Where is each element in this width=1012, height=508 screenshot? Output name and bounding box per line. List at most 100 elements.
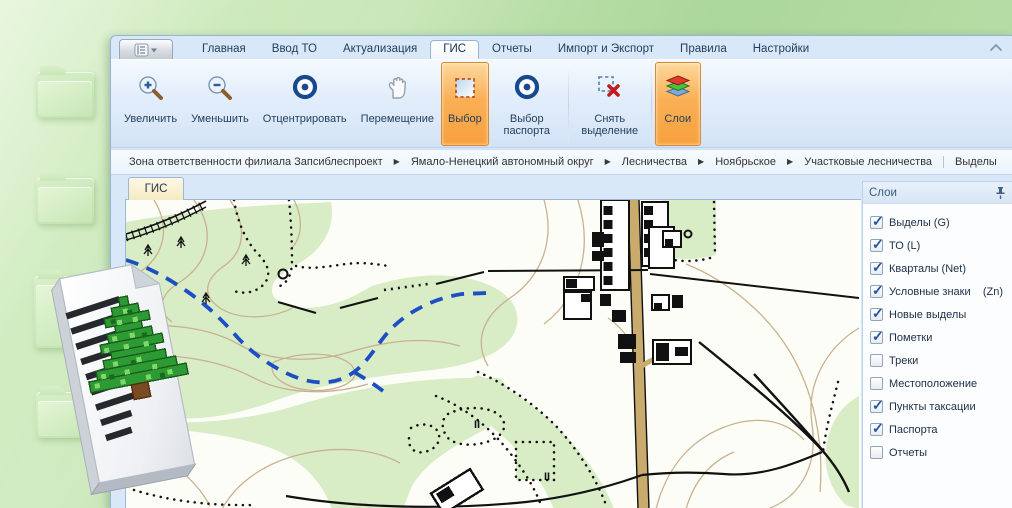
layer-item[interactable]: Отчеты: [870, 441, 1007, 464]
layer-item[interactable]: Условные знаки (Zn): [870, 280, 1007, 303]
layer-label: Отчеты: [889, 447, 927, 459]
map-forest-areas: [126, 200, 859, 508]
button-label: Выбор паспорта: [496, 113, 558, 137]
desktop-document-tree-icon[interactable]: [50, 254, 208, 508]
layer-checkbox[interactable]: [870, 262, 883, 275]
ribbon-toolbar: Увеличить Уменьшить Отцентрировать: [111, 59, 1012, 148]
breadcrumb-arrow-icon: ▶: [605, 157, 611, 166]
ribbon-tab-glavnaya[interactable]: Главная: [189, 40, 259, 59]
clear-selection-icon: [594, 68, 626, 108]
desktop-folder-icon[interactable]: [36, 178, 94, 224]
clear-selection-button[interactable]: Снять выделение: [572, 62, 648, 146]
breadcrumb-arrow-icon: ▶: [394, 157, 400, 166]
ribbon-tab-bar: Главная Ввод ТО Актуализация ГИС Отчеты …: [111, 36, 1012, 59]
button-label: Увеличить: [124, 113, 177, 125]
layer-item[interactable]: Кварталы (Net): [870, 257, 1007, 280]
zoom-in-icon: [136, 68, 166, 108]
breadcrumb-arrow-icon: ▶: [787, 157, 793, 166]
layer-item[interactable]: ТО (L): [870, 234, 1007, 257]
svg-text:II: II: [474, 419, 480, 431]
layer-label: Выделы (G): [889, 217, 950, 229]
layer-checkbox[interactable]: [870, 354, 883, 367]
pan-button[interactable]: Перемещение: [354, 62, 441, 146]
layer-label: Пункты таксации: [889, 401, 976, 413]
layers-icon: [662, 68, 694, 108]
layers-panel-header: Слои: [863, 182, 1012, 204]
select-passport-button[interactable]: Выбор паспорта: [489, 62, 565, 146]
breadcrumb-item[interactable]: Лесничества: [622, 156, 687, 168]
breadcrumb-item[interactable]: Ноябрьское: [715, 156, 776, 168]
layer-item[interactable]: Треки: [870, 349, 1007, 372]
breadcrumb: Зона ответственности филиала Запсиблеспр…: [111, 149, 1012, 175]
button-label: Выбор: [448, 113, 482, 125]
layer-label: Новые выделы: [889, 309, 966, 321]
button-label: Уменьшить: [191, 113, 249, 125]
application-menu-button[interactable]: [119, 39, 173, 59]
button-label: Снять выделение: [579, 113, 641, 137]
ribbon-tab-vvod-to[interactable]: Ввод ТО: [259, 40, 330, 59]
layer-label: ТО (L): [889, 240, 920, 252]
map-viewport: II II: [125, 199, 861, 508]
select-passport-target-icon: [512, 68, 542, 108]
zoom-out-button[interactable]: Уменьшить: [184, 62, 256, 146]
select-marquee-icon: [450, 68, 480, 108]
layer-checkbox[interactable]: [870, 285, 883, 298]
svg-text:II: II: [544, 471, 550, 483]
pan-hand-icon: [382, 68, 412, 108]
layers-button[interactable]: Слои: [655, 62, 701, 146]
minimize-ribbon-chevron-icon[interactable]: [989, 42, 1003, 53]
layer-label: Паспорта: [889, 424, 938, 436]
select-button[interactable]: Выбор: [441, 62, 489, 146]
breadcrumb-separator: [943, 156, 944, 168]
layer-checkbox[interactable]: [870, 216, 883, 229]
desktop: { "ribbon": { "tabs": [ {"label": "Главн…: [0, 0, 1012, 508]
zoom-out-icon: [205, 68, 235, 108]
layer-checkbox[interactable]: [870, 331, 883, 344]
document-tab-gis[interactable]: ГИС: [128, 177, 184, 200]
layer-label: Треки: [889, 355, 918, 367]
layer-item[interactable]: Пункты таксации: [870, 395, 1007, 418]
layer-checkbox[interactable]: [870, 377, 883, 390]
button-label: Слои: [664, 113, 691, 125]
layer-item[interactable]: Местоположение: [870, 372, 1007, 395]
layer-suffix-label: (Zn): [983, 286, 1007, 298]
center-target-icon: [290, 68, 320, 108]
ribbon-tab-otchety[interactable]: Отчеты: [479, 40, 545, 59]
layer-checkbox[interactable]: [870, 400, 883, 413]
layers-panel-title: Слои: [869, 187, 995, 199]
layer-checkbox[interactable]: [870, 446, 883, 459]
breadcrumb-current[interactable]: Выделы: [955, 156, 997, 168]
breadcrumb-item[interactable]: Зона ответственности филиала Запсиблеспр…: [129, 156, 383, 168]
ribbon-tab-gis[interactable]: ГИС: [430, 40, 479, 59]
layer-item[interactable]: Паспорта: [870, 418, 1007, 441]
desktop-folder-icon[interactable]: [36, 72, 94, 118]
layer-item[interactable]: Выделы (G): [870, 211, 1007, 234]
ribbon-tab-pravila[interactable]: Правила: [667, 40, 740, 59]
zoom-in-button[interactable]: Увеличить: [117, 62, 184, 146]
ribbon-tab-import-export[interactable]: Импорт и Экспорт: [545, 40, 667, 59]
layer-label: Условные знаки: [889, 286, 971, 298]
layer-label: Местоположение: [889, 378, 977, 390]
breadcrumb-item[interactable]: Ямало-Ненецкий автономный округ: [411, 156, 594, 168]
pin-icon[interactable]: [995, 186, 1006, 200]
layer-item[interactable]: Пометки: [870, 326, 1007, 349]
layer-label: Пометки: [889, 332, 932, 344]
center-button[interactable]: Отцентрировать: [256, 62, 354, 146]
button-label: Отцентрировать: [263, 113, 347, 125]
breadcrumb-arrow-icon: ▶: [698, 157, 704, 166]
ribbon-group-separator: [568, 65, 569, 143]
breadcrumb-item[interactable]: Участковые лесничества: [804, 156, 932, 168]
layer-checkbox[interactable]: [870, 239, 883, 252]
layer-label: Кварталы (Net): [889, 263, 966, 275]
layers-panel: Слои Выделы (G) ТО (L) Кварталы (Net) Ус…: [862, 181, 1012, 508]
layer-checkbox[interactable]: [870, 308, 883, 321]
layer-item[interactable]: Новые выделы: [870, 303, 1007, 326]
map-canvas[interactable]: II II: [126, 200, 861, 508]
ribbon-tab-nastroyki[interactable]: Настройки: [740, 40, 822, 59]
app-window: Главная Ввод ТО Актуализация ГИС Отчеты …: [110, 35, 1012, 508]
ribbon-tab-aktualizaciya[interactable]: Актуализация: [330, 40, 430, 59]
application-menu-icon: [132, 42, 160, 58]
layer-checkbox[interactable]: [870, 423, 883, 436]
layers-list: Выделы (G) ТО (L) Кварталы (Net) Условны…: [863, 204, 1012, 464]
ribbon-group-separator: [651, 65, 652, 143]
